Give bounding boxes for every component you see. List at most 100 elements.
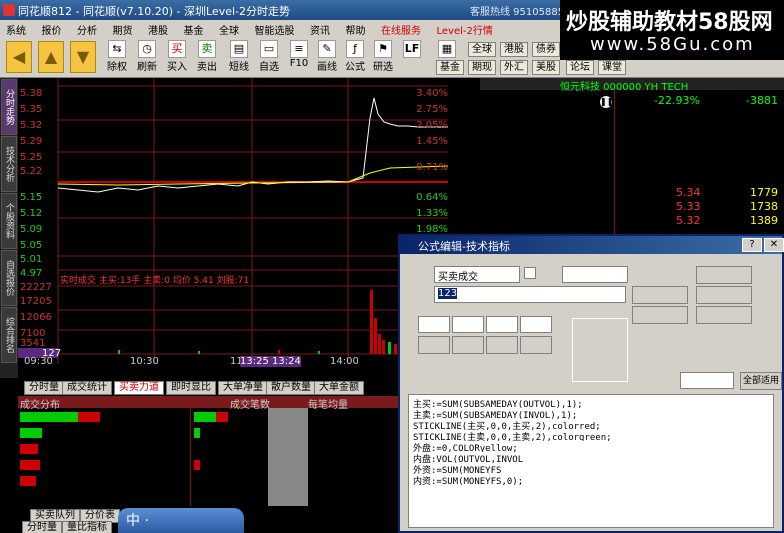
help-icon[interactable]: ? (742, 238, 762, 252)
menu-item-futures[interactable]: 期货 (107, 20, 139, 39)
sidetab-ranking[interactable]: 综合排名 (1, 307, 17, 363)
checkbox[interactable] (524, 267, 536, 279)
tab-volratio[interactable]: 量比指标 (62, 521, 112, 533)
price-label: 5.38 (20, 88, 43, 99)
menu-item-fund[interactable]: 基金 (178, 20, 210, 39)
buy-button[interactable]: 买买入 (162, 40, 192, 76)
apply-all-button[interactable]: 全部适用 (740, 372, 782, 390)
up-arrow-icon[interactable]: ▲ (38, 41, 64, 73)
drawline-button[interactable]: ✎ 画线 (312, 40, 342, 76)
sell-vol: 1738 (750, 200, 778, 213)
research-button[interactable]: ⚑ 研选 (368, 40, 398, 76)
formula-button[interactable]: ƒ 公式 (340, 40, 370, 76)
menu-item-news[interactable]: 资讯 (304, 20, 336, 39)
shortline-icon: ▤ (230, 40, 248, 58)
close-icon[interactable]: ✕ (764, 238, 784, 252)
action-button[interactable] (696, 266, 752, 284)
price-label: 5.25 (20, 152, 43, 163)
action-button[interactable] (632, 306, 688, 324)
monitor-icon: ▭ (260, 40, 278, 58)
exright-button[interactable]: ⇆ 除权 (102, 40, 132, 76)
name-field[interactable]: 买卖成交 (434, 266, 520, 283)
price-label: 5.29 (20, 136, 43, 147)
back-arrow-icon[interactable]: ◀ (6, 41, 32, 73)
vol-label: 17205 (20, 296, 52, 307)
sidetab-technical[interactable]: 技术分析 (1, 136, 17, 192)
watchlist-button[interactable]: ▭ 自选 (254, 40, 284, 76)
sidetab-profile[interactable]: 个股资料 (1, 193, 17, 249)
menu-item-online[interactable]: 在线服务 (375, 20, 427, 39)
hk-button[interactable]: 港股 (500, 42, 528, 57)
param-cell[interactable] (520, 336, 552, 354)
tab-bigorder[interactable]: 大单净量 (218, 381, 268, 395)
sidetab-timeshare[interactable]: 分时走势 (1, 79, 17, 135)
tab-power[interactable]: 买卖力道 (114, 381, 164, 395)
divider (614, 90, 615, 238)
action-button[interactable] (696, 286, 752, 304)
param-cell[interactable] (452, 336, 484, 354)
ime-label: 中 · (126, 513, 149, 529)
lf-button[interactable]: LF (400, 40, 424, 76)
refresh-button[interactable]: ◷ 刷新 (132, 40, 162, 76)
menu-item-help[interactable]: 帮助 (340, 20, 372, 39)
forum-button[interactable]: 论坛 (566, 60, 594, 75)
action-button[interactable] (632, 286, 688, 304)
tab-vol[interactable]: 分时量 (24, 381, 64, 395)
desc-field[interactable] (562, 266, 628, 283)
param-cell[interactable] (452, 316, 484, 333)
menu-item-quote[interactable]: 报价 (36, 20, 68, 39)
down-arrow-icon[interactable]: ▼ (70, 41, 96, 73)
price-label: 5.09 (20, 224, 43, 235)
menu-item-system[interactable]: 系统 (0, 20, 32, 39)
usstock-button[interactable]: 美股 (532, 60, 560, 75)
menu-item-hk[interactable]: 港股 (142, 20, 174, 39)
tab-vol2[interactable]: 分时量 (22, 521, 62, 533)
tab-stats[interactable]: 成交统计 (62, 381, 112, 395)
sidetab-watchlist[interactable]: 自选报价 (1, 250, 17, 306)
menu-item-global[interactable]: 全球 (213, 20, 245, 39)
time-cursor-label: 13:25 13:24 (240, 356, 301, 367)
pause-icon[interactable]: ❚❚ (600, 96, 613, 108)
fund-button[interactable]: 基金 (436, 60, 464, 75)
menu-item-analysis[interactable]: 分析 (71, 20, 103, 39)
shortline-button[interactable]: ▤ 短线 (224, 40, 254, 76)
menu-item-level2[interactable]: Level-2行情 (431, 20, 499, 39)
timeshare-chart[interactable]: 5.38 5.35 5.32 5.29 5.25 5.22 5.15 5.12 … (18, 78, 450, 368)
apply-field[interactable] (680, 372, 734, 389)
f10-button[interactable]: ≡ F10 (284, 40, 314, 76)
bond-button[interactable]: 债券 (532, 42, 560, 57)
global-button[interactable]: 全球 (468, 42, 496, 57)
dist-bar (216, 412, 228, 422)
param-cell[interactable] (486, 316, 518, 333)
price-line (57, 97, 448, 193)
clock-icon: ◷ (138, 40, 156, 58)
percent-label: 2.05% (416, 120, 448, 131)
code-line: 外盘:=0,COLORyellow; (413, 444, 518, 452)
tab-retail[interactable]: 散户数量 (266, 381, 316, 395)
dist-header: 成交分布 (20, 400, 60, 411)
futures-button[interactable]: 期现 (468, 60, 496, 75)
formula-code-editor[interactable]: 主买:=SUM(SUBSAMEDAY(OUTVOL),1); 主卖:=SUM(S… (408, 394, 774, 528)
menu-item-smart[interactable]: 智能选股 (249, 20, 301, 39)
formula-editor-dialog: 公式编辑-技术指标 ? ✕ 买卖成交 123 全部适用 主买:=SUM(SUBS… (398, 234, 784, 533)
param-cell[interactable] (418, 316, 450, 333)
watermark-banner: 炒股辅助教材58股网 www.58Gu.com (560, 0, 784, 60)
tab-ratio[interactable]: 即时显比 (166, 381, 216, 395)
param-cell[interactable] (418, 336, 450, 354)
price-label: 5.05 (20, 240, 43, 251)
sell-price: 5.32 (676, 214, 701, 227)
sell-button[interactable]: 卖卖出 (192, 40, 222, 76)
sell-price: 5.34 (676, 186, 701, 199)
param-field[interactable]: 123 (434, 286, 626, 303)
forex-button[interactable]: 外汇 (500, 60, 528, 75)
tab-bigamount[interactable]: 大单金额 (314, 381, 364, 395)
class-button[interactable]: 课堂 (598, 60, 626, 75)
buy-icon: 买 (168, 40, 186, 58)
pencil-icon: ✎ (318, 40, 336, 58)
code-line: 内资:=SUM(MONEYFS,0); (413, 477, 524, 485)
action-button[interactable] (696, 306, 752, 324)
divider (190, 408, 191, 506)
ime-toolbar[interactable]: 中 · (118, 508, 244, 533)
param-cell[interactable] (486, 336, 518, 354)
param-cell[interactable] (520, 316, 552, 333)
